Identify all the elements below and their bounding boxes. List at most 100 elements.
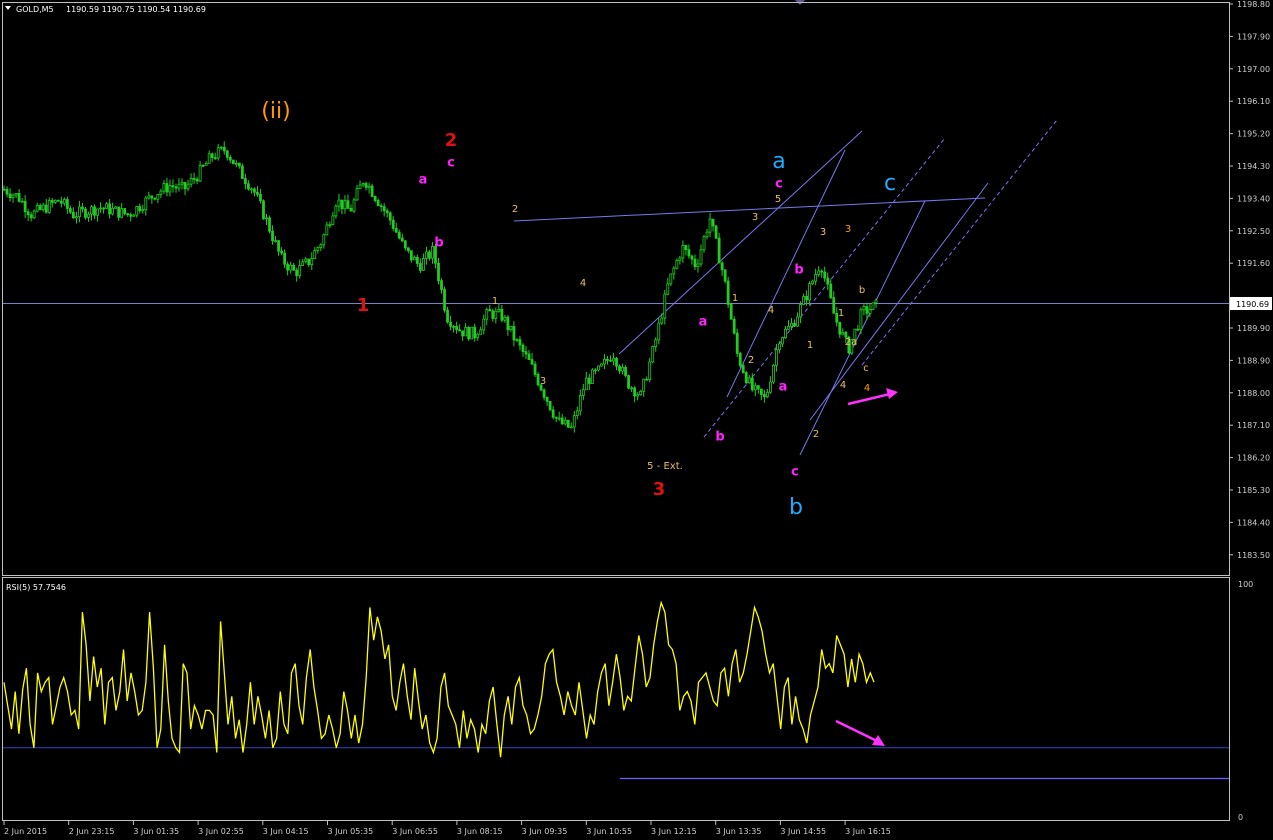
candle-body (406, 247, 410, 252)
time-tick-label: 3 Jun 10:55 (586, 827, 632, 836)
time-tick-label: 3 Jun 01:35 (133, 827, 179, 836)
candle-body (268, 217, 271, 232)
candle-body (265, 217, 268, 220)
wave-label: b (434, 236, 443, 251)
candle-body (207, 153, 211, 164)
candle-body (443, 289, 446, 311)
candle-body (581, 389, 585, 396)
candle-body (572, 415, 576, 428)
candle-body (198, 164, 202, 182)
candle-body (826, 277, 830, 285)
candle-body (678, 257, 682, 261)
candle-body (186, 183, 190, 190)
candle-body (747, 377, 751, 384)
candle-body (422, 258, 425, 271)
candle-body (271, 230, 274, 242)
candle-body (38, 205, 42, 210)
wave-label: 2 (813, 429, 819, 440)
candle-body (756, 385, 760, 390)
candle-body (328, 224, 332, 227)
candle-body (210, 153, 214, 158)
candle-body (171, 185, 175, 188)
candle-body (551, 409, 555, 418)
candle-body (331, 215, 335, 226)
candle-body (506, 316, 510, 331)
wave-label: 4 (768, 305, 774, 316)
trendline[interactable] (618, 130, 863, 355)
wave-label: a (699, 315, 708, 330)
candle-body (557, 417, 561, 420)
candle-body (117, 206, 121, 218)
time-tick-label: 3 Jun 14:55 (780, 827, 826, 836)
price-tick-label: 1187.10 (1237, 421, 1270, 430)
candle-body (343, 200, 347, 210)
candle-body (283, 252, 287, 265)
dropdown-triangle-icon[interactable] (5, 6, 11, 10)
candle-body (600, 363, 603, 367)
candle-body (759, 388, 763, 395)
time-tick-label: 3 Jun 06:55 (392, 827, 438, 836)
candle-body (334, 205, 338, 217)
candle-body (651, 346, 655, 363)
candle-body (458, 329, 462, 332)
candle-body (376, 200, 380, 207)
candle-body (735, 332, 739, 354)
candle-body (494, 310, 498, 319)
candle-body (138, 206, 142, 212)
candle-body (274, 240, 277, 243)
candle-body (856, 328, 860, 331)
wave-label: c (775, 177, 783, 192)
candle-body (533, 363, 537, 375)
wave-label: a (779, 380, 788, 395)
candle-body (524, 351, 528, 355)
candle-body (147, 195, 151, 199)
rsi-panel-border (2, 577, 1230, 821)
candle-body (775, 349, 778, 366)
candle-body (219, 146, 223, 149)
candle-body (247, 183, 250, 190)
candle-body (575, 410, 579, 417)
candle-body (23, 200, 27, 213)
candle-body (102, 207, 105, 210)
candle-body (129, 214, 133, 217)
candle-body (90, 206, 93, 215)
rsi-title: RSI(5) 57.7546 (6, 583, 66, 592)
candle-body (512, 325, 516, 341)
trendline[interactable] (861, 119, 1058, 366)
candle-body (584, 377, 588, 391)
candle-body (699, 249, 703, 265)
candle-body (467, 326, 471, 340)
candle-body (120, 208, 124, 218)
trendline[interactable] (809, 182, 989, 421)
candle-body (778, 343, 781, 351)
trendline[interactable] (703, 137, 946, 438)
candle-body (530, 359, 534, 365)
candle-body (633, 387, 637, 397)
price-tick-label: 1197.00 (1237, 65, 1270, 74)
candle-body (373, 196, 377, 201)
candle-body (452, 325, 455, 328)
candle-body (322, 234, 326, 246)
chart-canvas[interactable]: GOLD,M5 1190.59 1190.75 1190.54 1190.69 … (0, 0, 1273, 840)
candle-body (280, 250, 283, 254)
candle-body (144, 197, 148, 211)
candle-body (11, 194, 15, 199)
trendline[interactable] (799, 200, 926, 456)
candle-body (793, 322, 796, 327)
time-tick-label: 3 Jun 04:15 (263, 827, 309, 836)
candle-body (669, 273, 673, 285)
candlesticks (2, 141, 878, 433)
ohlc-values: 1190.59 1190.75 1190.54 1190.69 (66, 5, 206, 14)
candle-body (548, 401, 552, 411)
candle-body (606, 358, 609, 361)
candle-body (292, 264, 296, 271)
candle-body (289, 264, 293, 271)
wave-label: 3 (752, 212, 758, 223)
candle-body (346, 200, 350, 209)
trendline[interactable] (513, 197, 986, 222)
trading-terminal-chart[interactable]: GOLD,M5 1190.59 1190.75 1190.54 1190.69 … (0, 0, 1273, 840)
candle-body (765, 391, 769, 398)
wave-label: 2 (445, 130, 458, 151)
candle-body (618, 365, 621, 372)
candle-body (871, 302, 875, 311)
